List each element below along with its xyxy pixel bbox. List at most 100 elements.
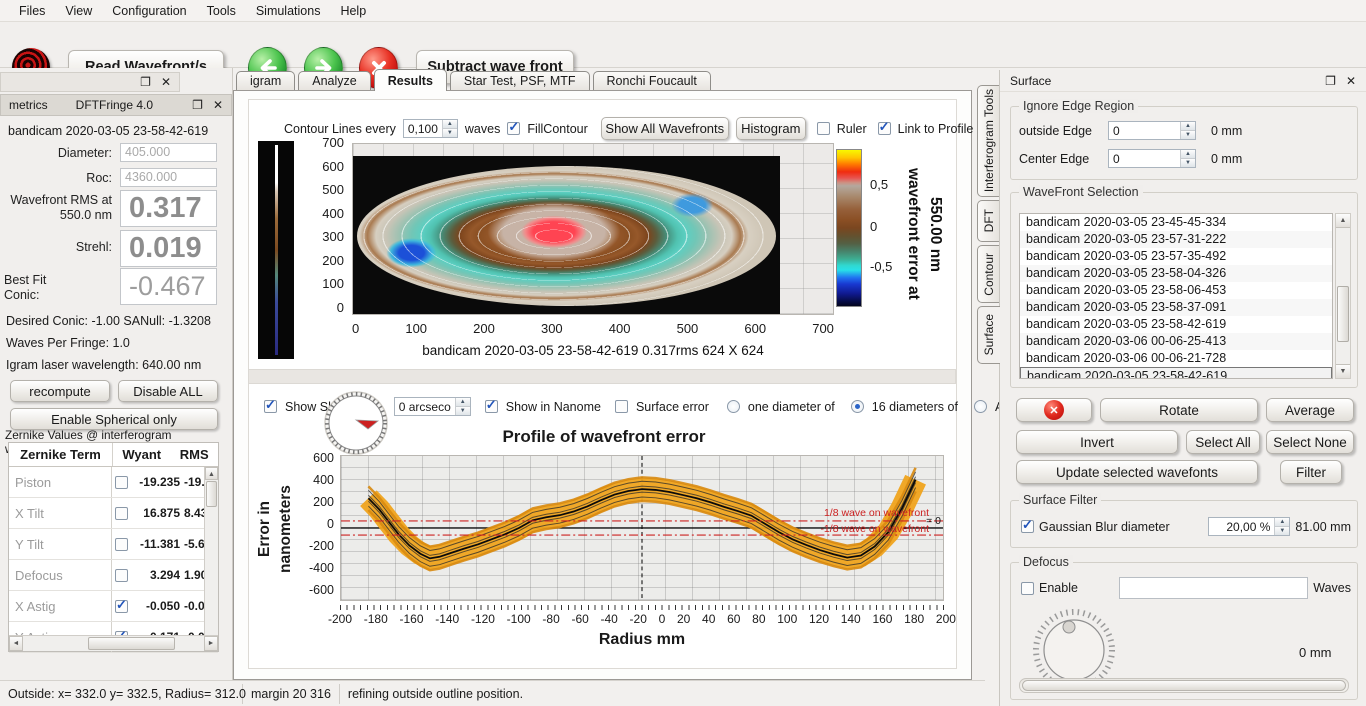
scroll-down-icon[interactable]: ▼	[1336, 364, 1350, 378]
wavefront-list-item[interactable]: bandicam 2020-03-05 23-45-45-334	[1020, 214, 1332, 231]
zernike-enable-checkbox[interactable]	[115, 476, 128, 489]
blur-percent-spinner[interactable]: 20,00 % ▲▼	[1208, 517, 1290, 536]
sixteen-diameters-radio[interactable]	[851, 400, 864, 413]
zernike-enable-checkbox[interactable]	[115, 569, 128, 582]
wavefront-list[interactable]: bandicam 2020-03-05 23-45-45-334bandicam…	[1019, 213, 1333, 379]
sidetab-dft[interactable]: DFT	[977, 200, 999, 242]
spin-down-icon[interactable]: ▼	[456, 407, 470, 415]
tab-results[interactable]: Results	[374, 69, 447, 91]
close-dock-icon[interactable]: ✕	[161, 75, 171, 89]
spin-up-icon[interactable]: ▲	[1275, 518, 1289, 527]
table-row[interactable]: Piston -19.235-19.	[9, 467, 218, 498]
update-selected-wavefronts-button[interactable]: Update selected wavefonts	[1016, 460, 1258, 484]
surface-error-checkbox[interactable]	[615, 400, 628, 413]
close-dock-icon[interactable]: ✕	[1346, 74, 1356, 88]
menu-files[interactable]: Files	[10, 2, 54, 20]
outside-edge-spinner[interactable]: 0 ▲▼	[1108, 121, 1196, 140]
show-in-nanometers-checkbox[interactable]	[485, 400, 498, 413]
delete-selected-button[interactable]: ✕	[1016, 398, 1092, 422]
gaussian-blur-checkbox[interactable]	[1021, 520, 1034, 533]
sidetab-contour[interactable]: Contour	[977, 245, 999, 303]
wavefront-list-item[interactable]: bandicam 2020-03-05 23-58-42-619	[1020, 367, 1332, 379]
all-wavefronts-radio[interactable]	[974, 400, 987, 413]
wavefront-list-item[interactable]: bandicam 2020-03-05 23-57-31-222	[1020, 231, 1332, 248]
defocus-waves-input[interactable]	[1119, 577, 1308, 599]
zernike-enable-checkbox[interactable]	[115, 600, 128, 613]
filter-button[interactable]: Filter	[1280, 460, 1342, 484]
contour-plot[interactable]	[352, 143, 834, 315]
wavefront-list-item[interactable]: bandicam 2020-03-05 23-58-42-619	[1020, 316, 1332, 333]
list-vertical-scrollbar[interactable]: ▲ ▼	[1335, 213, 1351, 379]
menu-simulations[interactable]: Simulations	[247, 2, 330, 20]
fillcontour-checkbox[interactable]	[507, 122, 520, 135]
menu-view[interactable]: View	[56, 2, 101, 20]
menu-configuration[interactable]: Configuration	[103, 2, 195, 20]
scroll-up-icon[interactable]: ▲	[1336, 214, 1350, 228]
col-wyant[interactable]: Wyant	[122, 447, 161, 462]
recompute-button[interactable]: recompute	[10, 380, 110, 402]
spin-down-icon[interactable]: ▼	[1181, 131, 1195, 139]
roc-value[interactable]: 4360.000	[120, 168, 217, 187]
table-vertical-scrollbar[interactable]: ▲	[204, 467, 218, 635]
scroll-up-icon[interactable]: ▲	[205, 467, 218, 480]
diameter-value[interactable]: 405.000	[120, 143, 217, 162]
disable-all-button[interactable]: Disable ALL	[118, 380, 218, 402]
link-to-profile-checkbox[interactable]	[878, 122, 891, 135]
spin-down-icon[interactable]: ▼	[443, 129, 457, 137]
scroll-left-icon[interactable]: ◄	[9, 636, 23, 651]
center-edge-spinner[interactable]: 0 ▲▼	[1108, 149, 1196, 168]
menu-tools[interactable]: Tools	[198, 2, 245, 20]
scroll-right-icon[interactable]: ►	[204, 636, 218, 651]
scroll-thumb[interactable]	[88, 637, 175, 650]
spin-up-icon[interactable]: ▲	[1181, 150, 1195, 159]
tab-analyze[interactable]: Analyze	[298, 71, 370, 91]
spin-up-icon[interactable]: ▲	[443, 120, 457, 129]
tab-startest-psf-mtf[interactable]: Star Test, PSF, MTF	[450, 71, 590, 91]
show-slope-checkbox[interactable]	[264, 400, 277, 413]
spin-down-icon[interactable]: ▼	[1275, 527, 1289, 535]
select-none-button[interactable]: Select None	[1266, 430, 1354, 454]
profile-angle-dial[interactable]	[324, 391, 388, 455]
table-horizontal-scrollbar[interactable]: ◄ ►	[9, 635, 218, 651]
wavefront-list-item[interactable]: bandicam 2020-03-05 23-58-06-453	[1020, 282, 1332, 299]
sidetab-interferogram-tools[interactable]: Interferogram Tools	[977, 85, 999, 197]
spin-down-icon[interactable]: ▼	[1181, 159, 1195, 167]
defocus-slider[interactable]	[1019, 678, 1349, 693]
scroll-thumb[interactable]	[206, 481, 217, 507]
enable-spherical-button[interactable]: Enable Spherical only	[10, 408, 218, 430]
tab-igram[interactable]: igram	[236, 71, 295, 91]
table-row[interactable]: Defocus 3.2941.902	[9, 560, 218, 591]
contour-interval-spinner[interactable]: 0,100 ▲▼	[403, 119, 458, 138]
histogram-button[interactable]: Histogram	[736, 117, 806, 140]
defocus-enable-checkbox[interactable]	[1021, 582, 1034, 595]
zernike-enable-checkbox[interactable]	[115, 538, 128, 551]
spin-up-icon[interactable]: ▲	[456, 398, 470, 407]
profile-plot[interactable]: 1/8 wave on wavefront -1/8 wave on wavef…	[340, 455, 944, 601]
slider-handle[interactable]	[1022, 680, 1346, 691]
ruler-checkbox[interactable]	[817, 122, 830, 135]
wavefront-list-item[interactable]: bandicam 2020-03-05 23-57-35-492	[1020, 248, 1332, 265]
table-row[interactable]: Y Tilt -11.381-5.6	[9, 529, 218, 560]
one-diameter-radio[interactable]	[727, 400, 740, 413]
close-dock-icon[interactable]: ✕	[213, 98, 223, 112]
wavefront-list-item[interactable]: bandicam 2020-03-06 00-06-21-728	[1020, 350, 1332, 367]
table-row[interactable]: X Astig -0.050-0.02	[9, 591, 218, 622]
rotate-button[interactable]: Rotate	[1100, 398, 1258, 422]
wavefront-list-item[interactable]: bandicam 2020-03-06 00-06-25-413	[1020, 333, 1332, 350]
tab-ronchi-foucault[interactable]: Ronchi Foucault	[593, 71, 711, 91]
col-rms[interactable]: RMS	[180, 447, 209, 462]
invert-button[interactable]: Invert	[1016, 430, 1178, 454]
average-button[interactable]: Average	[1266, 398, 1354, 422]
menu-help[interactable]: Help	[331, 2, 375, 20]
show-all-wavefronts-button[interactable]: Show All Wavefronts	[601, 117, 729, 140]
float-dock-icon[interactable]: ❐	[192, 98, 203, 112]
wavefront-thumbnail[interactable]	[258, 141, 294, 359]
scroll-thumb[interactable]	[1337, 286, 1349, 342]
table-row[interactable]: X Tilt 16.8758.43	[9, 498, 218, 529]
select-all-button[interactable]: Select All	[1186, 430, 1260, 454]
float-dock-icon[interactable]: ❐	[1325, 74, 1336, 88]
sidetab-surface[interactable]: Surface	[977, 306, 1000, 364]
spin-up-icon[interactable]: ▲	[1181, 122, 1195, 131]
arcsecond-spinner[interactable]: 0 arcseco ▲▼	[394, 397, 471, 416]
col-zernike-term[interactable]: Zernike Term	[9, 443, 113, 466]
